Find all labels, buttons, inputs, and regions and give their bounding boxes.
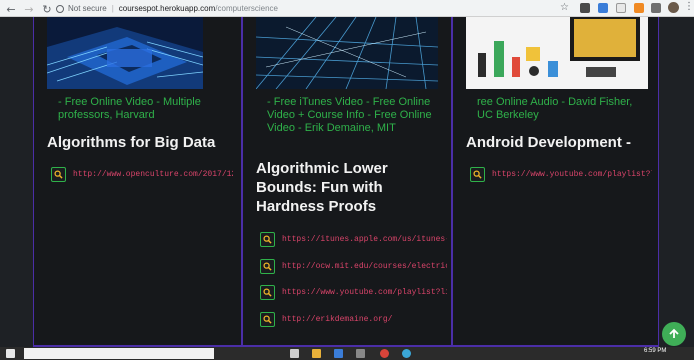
- search-icon[interactable]: [260, 312, 275, 327]
- course-card-2: - Free iTunes Video - Free Online Video …: [242, 17, 452, 347]
- course-link[interactable]: https://www.youtube.com/playlist?list: [282, 288, 447, 297]
- back-icon[interactable]: ←: [4, 2, 18, 16]
- search-icon[interactable]: [51, 167, 66, 182]
- menu-dots-icon[interactable]: ⋮: [684, 1, 694, 12]
- taskbar-chrome-icon[interactable]: [380, 349, 389, 358]
- course-subtitle: ree Online Audio - David Fisher, UC Berk…: [477, 96, 633, 121]
- taskbar-search-box[interactable]: [24, 348, 214, 359]
- page-content: - Free Online Video - Multiple professor…: [0, 17, 694, 347]
- course-link[interactable]: http://www.openculture.com/2017/12/al: [73, 170, 233, 179]
- search-icon[interactable]: [260, 259, 275, 274]
- taskbar-app-icon-5[interactable]: [402, 349, 411, 358]
- link-row[interactable]: http://erikdemaine.org/: [260, 312, 447, 327]
- course-link[interactable]: https://www.youtube.com/playlist?list: [492, 170, 652, 179]
- search-icon[interactable]: [260, 232, 275, 247]
- taskbar-app-icon-4[interactable]: [356, 349, 365, 358]
- course-subtitle: - Free Online Video - Multiple professor…: [58, 96, 201, 121]
- link-row[interactable]: https://www.youtube.com/playlist?list: [470, 167, 652, 182]
- taskbar-clock[interactable]: 6:59 PM: [644, 348, 666, 354]
- link-row[interactable]: https://itunes.apple.com/us/itunes-u/: [260, 232, 447, 247]
- course-card-1: - Free Online Video - Multiple professor…: [33, 17, 242, 347]
- course-title[interactable]: Algorithmic Lower Bounds: Fun with Hardn…: [256, 159, 431, 216]
- arrow-up-icon: [669, 328, 679, 338]
- link-row[interactable]: https://www.youtube.com/playlist?list: [260, 285, 447, 300]
- course-link[interactable]: http://erikdemaine.org/: [282, 315, 447, 324]
- extension-icon-4[interactable]: [634, 3, 644, 13]
- scroll-to-top-button[interactable]: [662, 322, 686, 346]
- taskbar-app-icon-2[interactable]: [312, 349, 321, 358]
- course-link[interactable]: https://itunes.apple.com/us/itunes-u/: [282, 235, 447, 244]
- taskbar-app-icon-3[interactable]: [334, 349, 343, 358]
- reload-icon[interactable]: ↻: [40, 2, 54, 16]
- course-thumbnail-1: [47, 17, 203, 89]
- link-row[interactable]: http://ocw.mit.edu/courses/electrical: [260, 259, 447, 274]
- course-link[interactable]: http://ocw.mit.edu/courses/electrical: [282, 262, 447, 271]
- course-subtitle: - Free iTunes Video - Free Online Video …: [267, 96, 432, 134]
- extension-icon-3[interactable]: [616, 3, 626, 13]
- address-bar[interactable]: Not secure | coursespot.herokuapp.com /c…: [56, 2, 516, 15]
- forward-icon[interactable]: →: [22, 2, 36, 16]
- url-path: /computerscience: [215, 4, 278, 13]
- course-title[interactable]: Android Development -: [466, 133, 656, 152]
- search-icon[interactable]: [260, 285, 275, 300]
- extension-icon-1[interactable]: [580, 3, 590, 13]
- url-host: coursespot.herokuapp.com: [118, 4, 216, 13]
- taskbar: 6:59 PM: [0, 347, 694, 360]
- course-thumbnail-3: [466, 17, 648, 89]
- course-card-3: ree Online Audio - David Fisher, UC Berk…: [452, 17, 659, 347]
- course-thumbnail-2: [256, 17, 438, 89]
- course-title[interactable]: Algorithms for Big Data: [47, 133, 237, 152]
- extension-icon-2[interactable]: [598, 3, 608, 13]
- omnibox-separator: |: [111, 4, 114, 13]
- security-label: Not secure: [68, 4, 107, 13]
- bookmark-star-icon[interactable]: ☆: [560, 2, 569, 13]
- link-row[interactable]: http://www.openculture.com/2017/12/al: [51, 167, 233, 182]
- browser-toolbar: ← → ↻ Not secure | coursespot.herokuapp.…: [0, 0, 694, 17]
- taskbar-app-icon-1[interactable]: [290, 349, 299, 358]
- info-icon[interactable]: [56, 4, 64, 13]
- start-icon[interactable]: [6, 349, 15, 358]
- profile-avatar[interactable]: [668, 2, 679, 13]
- search-icon[interactable]: [470, 167, 485, 182]
- extension-puzzle-icon[interactable]: [651, 3, 661, 13]
